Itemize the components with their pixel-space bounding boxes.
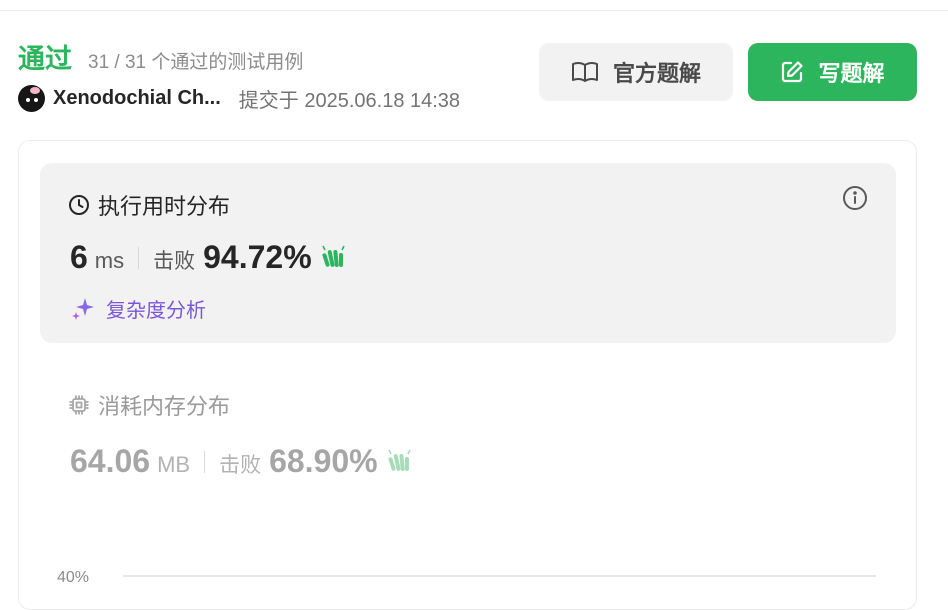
metric-divider — [204, 450, 206, 473]
complexity-analysis-link[interactable]: 复杂度分析 — [70, 294, 206, 323]
runtime-value: 6 — [70, 239, 88, 275]
write-solution-button[interactable]: 写题解 — [748, 43, 917, 101]
submission-time: 提交于 2025.06.18 14:38 — [238, 89, 461, 112]
official-solution-button[interactable]: 官方题解 — [539, 43, 733, 101]
write-solution-label: 写题解 — [818, 61, 885, 86]
runtime-beat-label: 击败 — [153, 250, 196, 273]
memory-panel[interactable]: 消耗内存分布 64.06 MB 击败 68.90% — [40, 359, 896, 479]
performance-card: 执行用时分布 6 ms 击败 94.72% 复杂度分析 消耗内存分布 64.06… — [18, 140, 917, 610]
chart-gridline — [123, 575, 876, 577]
memory-value: 64.06 — [70, 443, 151, 479]
author-name[interactable]: Xenodochial Ch... — [53, 87, 221, 110]
avatar[interactable] — [18, 84, 45, 112]
official-solution-label: 官方题解 — [612, 61, 701, 86]
memory-title: 消耗内存分布 — [68, 389, 230, 421]
memory-title-text: 消耗内存分布 — [98, 394, 231, 419]
runtime-panel[interactable]: 执行用时分布 6 ms 击败 94.72% 复杂度分析 — [40, 163, 896, 343]
clap-icon — [321, 245, 345, 267]
submission-status: 通过 31 / 31 个通过的测试用例 — [18, 37, 303, 76]
edit-icon — [782, 61, 804, 83]
author-row: Xenodochial Ch... 提交于 2025.06.18 14:38 — [18, 84, 460, 112]
runtime-title-text: 执行用时分布 — [98, 194, 231, 219]
runtime-title: 执行用时分布 — [68, 189, 230, 221]
book-icon — [571, 61, 598, 82]
memory-metric: 64.06 MB 击败 68.90% — [70, 443, 414, 480]
complexity-analysis-label: 复杂度分析 — [106, 300, 206, 322]
runtime-beat-value: 94.72% — [203, 239, 312, 275]
info-icon[interactable] — [842, 185, 868, 211]
runtime-unit: ms — [94, 248, 125, 273]
top-divider — [0, 10, 948, 11]
runtime-metric: 6 ms 击败 94.72% — [70, 239, 348, 276]
memory-beat-label: 击败 — [219, 454, 262, 477]
status-title: 通过 — [18, 44, 72, 74]
sparkle-icon — [72, 297, 94, 320]
memory-beat-value: 68.90% — [269, 443, 378, 479]
chart-axis-label: 40% — [57, 569, 90, 586]
chip-icon — [69, 395, 89, 415]
clock-icon — [69, 195, 89, 215]
metric-divider — [138, 246, 140, 269]
clap-icon — [387, 449, 411, 471]
testcase-count: 31 / 31 个通过的测试用例 — [88, 52, 304, 73]
memory-unit: MB — [157, 452, 191, 477]
